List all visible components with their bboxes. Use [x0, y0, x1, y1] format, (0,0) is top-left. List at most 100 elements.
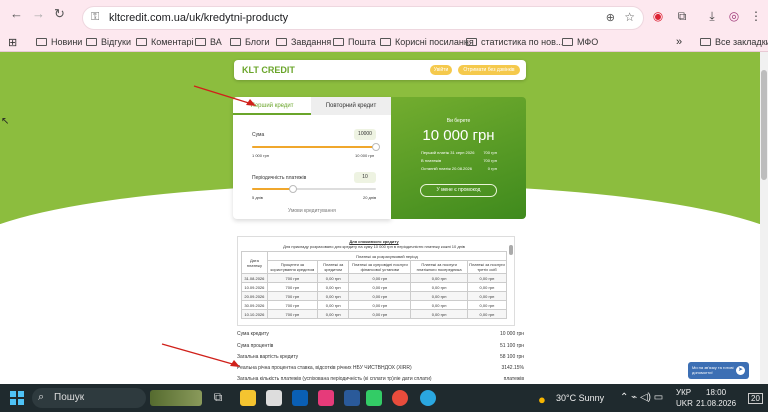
- reload-icon[interactable]: ↻: [54, 6, 65, 22]
- amount-slider-handle[interactable]: [372, 143, 380, 151]
- folder-icon: [562, 38, 573, 46]
- clock-time[interactable]: 18:00: [706, 388, 726, 397]
- table-cell: 700 грн: [266, 282, 319, 292]
- weather-text[interactable]: 30°C Sunny: [556, 393, 604, 403]
- url-text: kltcredit.com.ua/uk/kredytni-producty: [109, 12, 289, 24]
- table-cell: 0,00 грн: [410, 273, 468, 283]
- schedule-subtitle: Для прикладу розраховано для кредиту на …: [283, 244, 465, 249]
- chat-widget[interactable]: Ми на зв'язку та готові допомогти! ➤: [688, 362, 749, 379]
- table-header: Платежі за послуги платіжного посередник…: [410, 260, 468, 274]
- table-cell: 700 грн: [266, 300, 319, 310]
- telegram-icon[interactable]: [420, 390, 436, 406]
- clock-date[interactable]: 21.08.2026: [696, 399, 736, 408]
- app-icon[interactable]: [366, 390, 382, 406]
- table-header: Платежі за кредитом: [317, 260, 350, 274]
- table-row: 30.09.2026 700 грн 0,00 грн 0,00 грн 0,00 гр…: [241, 300, 508, 310]
- tray-icons[interactable]: ⌃ ⌁ ◁) ▭: [620, 392, 663, 403]
- file-explorer-icon[interactable]: [240, 390, 256, 406]
- summary-row: Сума кредиту 10 000 грн: [237, 331, 524, 337]
- amount-label: Сума: [252, 132, 265, 138]
- table-cell: 0,00 грн: [348, 300, 412, 310]
- all-bookmarks[interactable]: Все закладки: [700, 35, 768, 49]
- term-min: 5 днів: [252, 195, 263, 200]
- bookmark-item[interactable]: статистика по нов...: [466, 35, 563, 49]
- bookmark-item[interactable]: Корисні посилання: [380, 35, 474, 49]
- page-scrollbar[interactable]: [760, 52, 768, 384]
- taskbar-search[interactable]: ⌕ Пошук: [32, 388, 146, 408]
- table-cell: 0,00 грн: [410, 300, 468, 310]
- widget-thumbnail[interactable]: [150, 390, 202, 406]
- bookmark-item[interactable]: Пошта: [333, 35, 376, 49]
- annotation-arrow: [193, 85, 256, 106]
- get-loan-button[interactable]: Отримати без дзвінків: [458, 65, 520, 75]
- zoom-icon[interactable]: ⊕: [606, 11, 615, 24]
- table-cell: 0,00 грн: [348, 273, 412, 283]
- amount-slider-fill: [252, 146, 376, 148]
- bookmark-item[interactable]: Завдання: [276, 35, 331, 49]
- address-bar[interactable]: ⚿ kltcredit.com.ua/uk/kredytni-producty …: [82, 6, 644, 30]
- download-icon[interactable]: ⤓: [704, 8, 720, 24]
- table-header: Платежі за послуги третіх осіб: [466, 260, 508, 274]
- table-row: 20.09.2026 700 грн 0,00 грн 0,00 грн 0,00 гр…: [241, 291, 508, 301]
- folder-icon: [380, 38, 391, 46]
- term-slider-fill: [252, 188, 293, 190]
- site-header: KLT CREDIT Увійти Отримати без дзвінків: [234, 60, 526, 80]
- table-cell: 0,00 грн: [410, 309, 468, 319]
- menu-icon[interactable]: ⋮: [748, 8, 764, 24]
- bookmark-item[interactable]: Коментарі: [136, 35, 193, 49]
- term-max: 20 днів: [363, 195, 377, 200]
- app-icon[interactable]: [266, 390, 282, 406]
- amount-value[interactable]: 10000: [354, 129, 376, 140]
- language-top[interactable]: УКР: [676, 388, 691, 397]
- schedule-scrollbar[interactable]: [509, 245, 513, 255]
- result-panel: Ви берете 10 000 грн Перший платіж 31 се…: [391, 97, 526, 219]
- table-row: 10.10.2026 700 грн 0,00 грн 0,00 грн 0,00 гр…: [241, 309, 508, 319]
- bookmark-item[interactable]: Новини: [36, 35, 82, 49]
- bookmark-star-icon[interactable]: ☆: [624, 10, 635, 24]
- app-icon[interactable]: [344, 390, 360, 406]
- store-icon[interactable]: [292, 390, 308, 406]
- schedule-table: Дата платежу Платежі за розрахунковий пер…: [241, 251, 508, 319]
- chat-send-icon[interactable]: ➤: [736, 366, 745, 375]
- bookmark-item[interactable]: ВА: [195, 35, 222, 49]
- app-icon[interactable]: [318, 390, 334, 406]
- table-cell: 20.09.2026: [241, 291, 268, 301]
- term-slider-handle[interactable]: [288, 185, 297, 193]
- tab-repeat-credit[interactable]: Повторний кредит: [311, 97, 391, 115]
- bookmark-item[interactable]: Відгуки: [86, 35, 131, 49]
- table-cell: 0,00 грн: [348, 309, 412, 319]
- promo-code-button[interactable]: У мене є промокод: [420, 184, 497, 197]
- term-value[interactable]: 10: [354, 172, 376, 183]
- site-logo[interactable]: KLT CREDIT: [242, 65, 295, 75]
- extension-color-icon[interactable]: ◉: [650, 8, 666, 24]
- profile-icon[interactable]: ◎: [726, 8, 742, 24]
- browser-toolbar: ← → ↻ ⚿ kltcredit.com.ua/uk/kredytni-pro…: [0, 0, 768, 36]
- back-icon[interactable]: ←: [10, 6, 23, 21]
- table-cell: 31.08.2026: [241, 273, 268, 283]
- amount-slider[interactable]: [252, 143, 380, 151]
- extensions-icon[interactable]: ⧉: [674, 8, 690, 24]
- task-view-icon[interactable]: ⧉: [210, 390, 226, 406]
- notification-badge[interactable]: 20: [748, 393, 763, 404]
- table-cell: 0,00 грн: [466, 300, 508, 310]
- apps-icon[interactable]: ⊞: [8, 35, 17, 49]
- site-info-icon[interactable]: ⚿: [91, 11, 99, 24]
- language-bottom[interactable]: UKR: [676, 399, 693, 408]
- scrollbar-thumb[interactable]: [761, 70, 767, 180]
- bookmark-item[interactable]: Блоги: [230, 35, 269, 49]
- forward-icon[interactable]: →: [32, 6, 45, 21]
- annotation-arrow: [161, 343, 240, 367]
- more-bookmarks-button[interactable]: »: [676, 35, 682, 49]
- conditions-link[interactable]: Умови кредитування: [288, 208, 336, 214]
- term-slider[interactable]: [252, 185, 376, 193]
- folder-icon: [136, 38, 147, 46]
- start-button[interactable]: [10, 391, 24, 405]
- chrome-icon[interactable]: [392, 390, 408, 406]
- folder-icon: [230, 38, 241, 46]
- table-row: 31.08.2026 700 грн 0,00 грн 0,00 грн 0,00 гр…: [241, 273, 508, 283]
- payment-schedule[interactable]: Для споживчого кредиту Для прикладу розр…: [237, 236, 515, 326]
- bookmark-item[interactable]: МФО: [562, 35, 598, 49]
- summary-row: Сума процентів 51 100 грн: [237, 343, 524, 349]
- folder-icon: [333, 38, 344, 46]
- login-button[interactable]: Увійти: [430, 65, 452, 75]
